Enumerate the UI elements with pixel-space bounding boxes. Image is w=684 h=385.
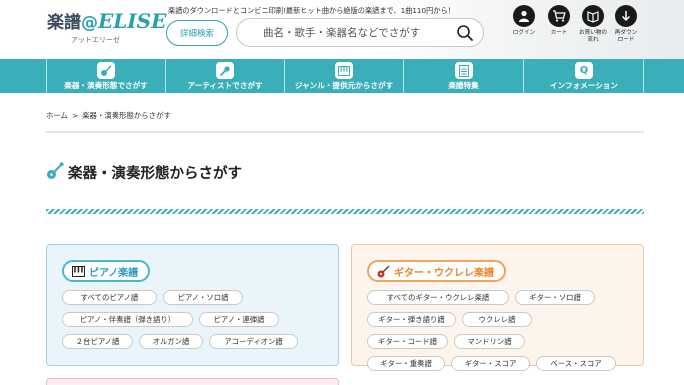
purchase-flow-icon [582, 5, 604, 27]
microphone-icon [216, 62, 234, 79]
tag-item[interactable]: ピアノ・連弾譜 [199, 312, 279, 327]
tag-item[interactable]: ウクレレ譜 [462, 312, 532, 327]
score-icon [454, 62, 473, 79]
nav-label: ジャンル・提供元からさがす [294, 81, 394, 90]
category-heading-guitar[interactable]: ギター・ウクレレ楽譜 [367, 260, 506, 282]
category-card-piano: ピアノ楽譜 すべてのピアノ譜 ピアノ・ソロ譜 ピアノ・伴奏譜（弾き語り） ピアノ… [46, 244, 339, 366]
page-title-text: 楽器・演奏形態からさがす [68, 166, 242, 182]
guitar-icon [97, 62, 115, 79]
nav-item-information[interactable]: Q インフォメーション [523, 59, 644, 93]
breadcrumb-separator: > [71, 111, 79, 120]
search-icon[interactable] [456, 24, 474, 42]
tag-item[interactable]: アコーディオン譜 [209, 334, 298, 349]
nav-item-artist[interactable]: アーティストでさがす [165, 59, 284, 93]
tag-item[interactable]: オルガン譜 [139, 334, 203, 349]
nav-item-genre[interactable]: ジャンル・提供元からさがす [284, 59, 403, 93]
logo-subtitle: アットエリーゼ [71, 36, 120, 44]
redownload-icon [615, 5, 637, 27]
tag-item[interactable]: ピアノ・ソロ譜 [163, 290, 243, 305]
login-label: ログイン [512, 30, 536, 36]
logo-text: 楽譜@ELISE [47, 9, 167, 33]
redownload-link[interactable]: 再ダウン ロード [606, 5, 646, 44]
search-input[interactable] [263, 25, 453, 41]
category-card-guitar: ギター・ウクレレ楽譜 すべてのギター・ウクレレ楽譜 ギター・ソロ譜 ギター・弾き… [351, 244, 644, 371]
breadcrumb-home[interactable]: ホーム [46, 111, 68, 120]
main-nav: 楽器・演奏形態でさがす アーティストでさがす ジャンル・提供元からさがす 楽譜特… [0, 59, 684, 93]
nav-label: インフォメーション [550, 81, 618, 90]
q-icon: Q [575, 62, 593, 79]
breadcrumb-current: 楽器・演奏形態からさがす [82, 111, 171, 120]
piano-icon [72, 265, 85, 277]
breadcrumb: ホーム > 楽器・演奏形態からさがす [46, 110, 171, 121]
site-tagline: 楽譜のダウンロードとコンビニ印刷!最新ヒット曲から絶版の楽譜まで、1曲110円か… [168, 6, 455, 15]
nav-label: アーティストでさがす [187, 81, 263, 90]
cart-icon [548, 5, 570, 27]
tag-item[interactable]: マンドリン譜 [454, 334, 525, 349]
site-header: 楽譜@ELISE アットエリーゼ 楽譜のダウンロードとコンビニ印刷!最新ヒット曲… [0, 0, 684, 59]
redownload-label: 再ダウン ロード [614, 30, 638, 43]
nav-label: 楽器・演奏形態でさがす [64, 81, 148, 90]
search-box [236, 18, 484, 47]
login-icon [513, 5, 535, 27]
nav-label: 楽譜特集 [448, 81, 479, 90]
tag-item[interactable]: ベース・スコア [536, 356, 616, 371]
category-heading-piano[interactable]: ピアノ楽譜 [62, 260, 151, 282]
tag-item[interactable]: ギター・スコア [451, 356, 530, 371]
category-title: ギター・ウクレレ楽譜 [394, 267, 494, 279]
tag-item[interactable]: ギター・弾き語り譜 [367, 312, 456, 327]
nav-divider [643, 59, 644, 93]
category-card-next [46, 378, 339, 385]
guitar-icon [47, 162, 64, 179]
tag-item[interactable]: ギター・ソロ譜 [515, 290, 595, 305]
tag-item[interactable]: すべてのピアノ譜 [62, 290, 157, 305]
tag-item[interactable]: すべてのギター・ウクレレ楽譜 [367, 290, 509, 305]
guitar-icon [377, 265, 390, 277]
title-underline [46, 209, 644, 214]
keyboard-icon [335, 62, 353, 79]
login-link[interactable]: ログイン [504, 5, 544, 37]
divider [46, 131, 644, 133]
nav-item-instrument[interactable]: 楽器・演奏形態でさがす [46, 59, 165, 93]
tag-item[interactable]: ギター・重奏譜 [367, 356, 445, 371]
detail-search-button[interactable]: 詳細検索 [166, 20, 228, 46]
category-title: ピアノ楽譜 [89, 267, 139, 279]
tag-item[interactable]: ピアノ・伴奏譜（弾き語り） [62, 312, 193, 327]
nav-item-feature[interactable]: 楽譜特集 [403, 59, 523, 93]
tag-item[interactable]: ２台ピアノ譜 [62, 334, 133, 349]
tag-item[interactable]: ギター・コード譜 [367, 334, 448, 349]
